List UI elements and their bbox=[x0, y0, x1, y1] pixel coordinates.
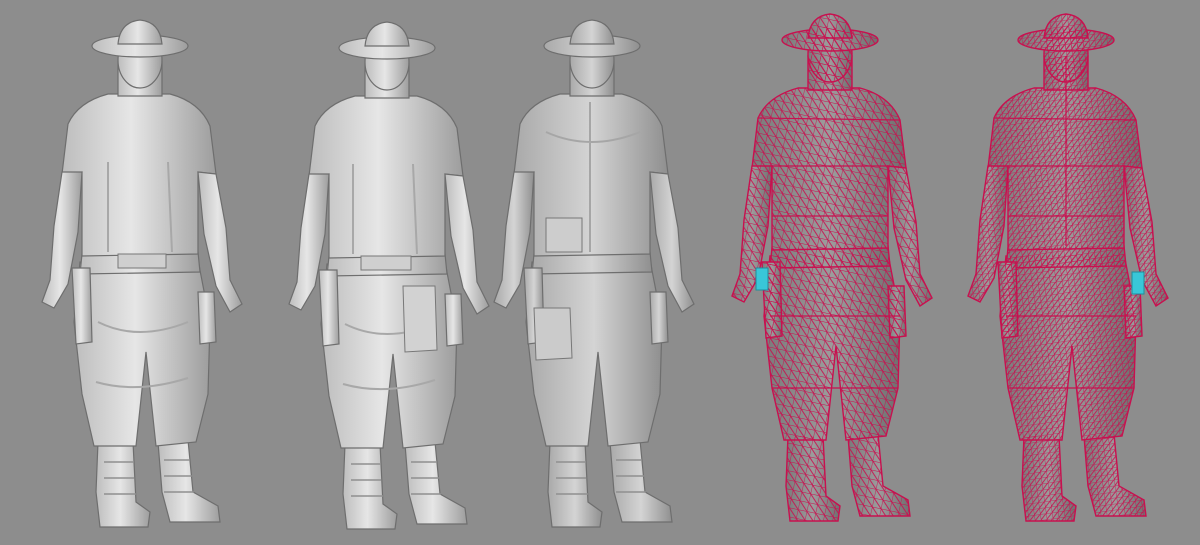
character-renders bbox=[0, 0, 1200, 545]
turnaround-sheet bbox=[0, 0, 1200, 545]
